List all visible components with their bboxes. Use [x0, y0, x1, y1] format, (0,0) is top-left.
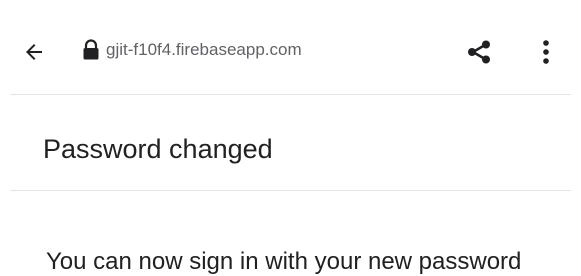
more-options-button[interactable]: [531, 34, 561, 70]
browser-toolbar: gjit-f10f4.firebaseapp.com: [0, 0, 581, 95]
lock-icon: [83, 39, 99, 60]
title-divider: [10, 190, 571, 191]
share-button[interactable]: [461, 34, 497, 70]
url-text[interactable]: gjit-f10f4.firebaseapp.com: [106, 40, 302, 60]
share-icon: [468, 40, 490, 64]
page-title: Password changed: [43, 134, 273, 164]
back-button[interactable]: [18, 36, 50, 68]
toolbar-divider: [10, 94, 571, 95]
more-vert-icon: [543, 40, 549, 64]
arrow-back-icon: [26, 44, 42, 60]
confirmation-message: You can now sign in with your new passwo…: [46, 248, 522, 275]
